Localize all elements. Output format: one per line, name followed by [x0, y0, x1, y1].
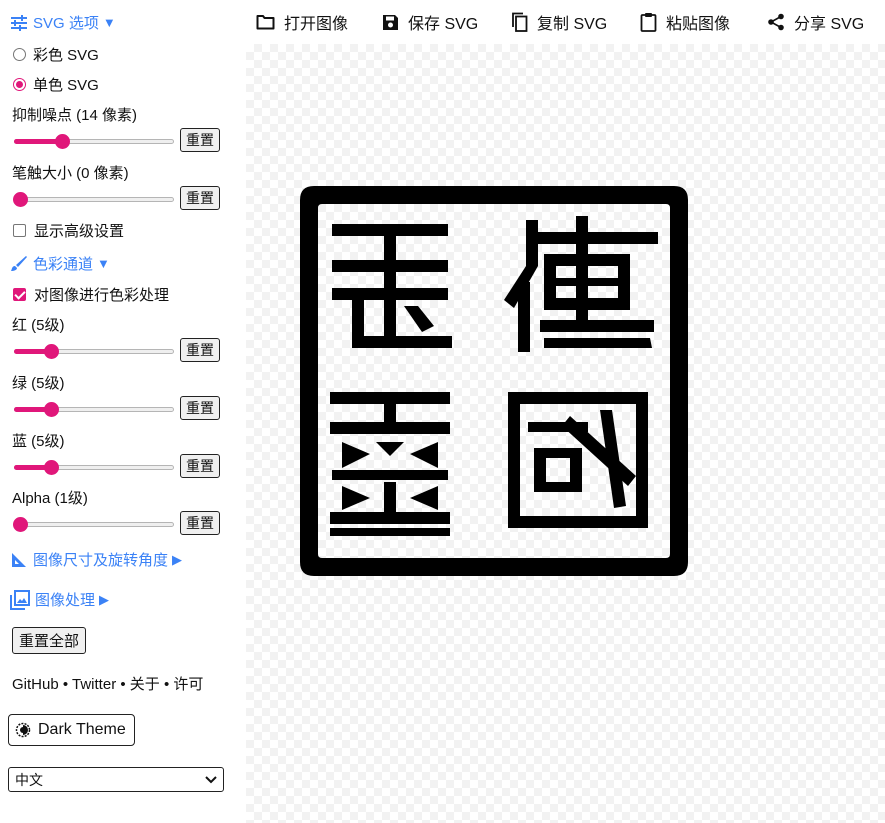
alpha-slider[interactable]	[13, 516, 174, 532]
checkbox[interactable]	[13, 224, 26, 237]
slider-thumb[interactable]	[13, 517, 28, 532]
twitter-link[interactable]: Twitter	[72, 676, 116, 693]
radio-color-svg[interactable]: 彩色 SVG	[10, 44, 99, 65]
copy-icon	[512, 12, 528, 32]
reset-all-button[interactable]: 重置全部	[12, 627, 87, 654]
paste-image-button[interactable]: 粘贴图像	[640, 10, 730, 34]
color-channels-header[interactable]: 色彩通道 ▼	[10, 253, 110, 274]
share-svg-button[interactable]: 分享 SVG	[767, 10, 864, 34]
process-colors-toggle[interactable]: 对图像进行色彩处理	[10, 284, 169, 305]
sliders-icon	[10, 14, 28, 32]
red-label: 红 (5级)	[12, 317, 65, 334]
image-processing-title: 图像处理	[35, 592, 96, 609]
slider-thumb[interactable]	[44, 402, 59, 417]
language-select[interactable]: 中文	[8, 767, 224, 792]
speckle-reset-button[interactable]: 重置	[180, 128, 220, 152]
chevron-down-icon	[205, 775, 217, 784]
image-processing-header[interactable]: 图像处理 ▶	[10, 589, 109, 610]
stroke-label: 笔触大小 (0 像素)	[12, 165, 129, 182]
copy-svg-label: 复制 SVG	[537, 16, 608, 33]
speckle-label: 抑制噪点 (14 像素)	[12, 107, 138, 124]
blue-slider[interactable]	[14, 459, 174, 475]
language-selected: 中文	[15, 771, 43, 788]
stroke-reset-button[interactable]: 重置	[180, 186, 220, 210]
radio-button-selected[interactable]	[13, 78, 26, 91]
license-link[interactable]: 许可	[173, 676, 203, 693]
stroke-slider[interactable]	[13, 191, 174, 207]
speckle-slider[interactable]	[14, 133, 174, 149]
share-svg-label: 分享 SVG	[794, 16, 865, 33]
caret-down-icon: ▼	[102, 15, 116, 30]
green-slider[interactable]	[14, 401, 174, 417]
link-separator: •	[116, 676, 130, 693]
images-icon	[10, 589, 30, 610]
paste-image-label: 粘贴图像	[666, 16, 731, 33]
alpha-reset-button[interactable]: 重置	[180, 511, 220, 535]
folder-icon	[256, 15, 275, 30]
link-separator: •	[58, 676, 73, 693]
red-reset-button[interactable]: 重置	[180, 338, 220, 362]
copy-svg-button[interactable]: 复制 SVG	[511, 10, 607, 34]
contrast-icon	[15, 722, 31, 738]
alpha-label: Alpha (1级)	[12, 490, 88, 507]
radio-button[interactable]	[13, 48, 26, 61]
green-label: 绿 (5级)	[12, 375, 65, 392]
save-svg-button[interactable]: 保存 SVG	[382, 10, 478, 34]
seal-image	[300, 186, 688, 576]
sidebar: SVG 选项 ▼ 彩色 SVG 单色 SVG 抑制噪点 (14 像素) 重置 笔…	[0, 0, 246, 823]
ruler-triangle-icon	[10, 551, 28, 569]
dark-theme-button[interactable]: Dark Theme	[8, 714, 135, 746]
radio-label: 彩色 SVG	[33, 47, 99, 64]
brush-icon	[10, 255, 28, 273]
advanced-settings-toggle[interactable]: 显示高级设置	[10, 220, 124, 241]
color-channels-title: 色彩通道	[33, 256, 94, 273]
about-link[interactable]: 关于	[130, 676, 160, 693]
floppy-disk-icon	[383, 14, 398, 30]
advanced-label: 显示高级设置	[34, 223, 125, 240]
slider-thumb[interactable]	[55, 134, 70, 149]
link-separator: •	[159, 676, 174, 693]
caret-right-icon: ▶	[99, 591, 110, 607]
size-rotation-title: 图像尺寸及旋转角度	[33, 552, 169, 569]
radio-label: 单色 SVG	[33, 77, 99, 94]
clipboard-icon	[640, 13, 657, 32]
process-colors-label: 对图像进行色彩处理	[34, 287, 170, 304]
red-slider[interactable]	[14, 343, 174, 359]
blue-reset-button[interactable]: 重置	[180, 454, 220, 478]
blue-label: 蓝 (5级)	[12, 433, 65, 450]
checkbox-checked[interactable]	[13, 288, 26, 301]
open-image-button[interactable]: 打开图像	[256, 10, 348, 34]
radio-mono-svg[interactable]: 单色 SVG	[10, 74, 99, 95]
caret-down-icon: ▼	[97, 256, 110, 271]
share-icon	[768, 13, 784, 31]
slider-thumb[interactable]	[13, 192, 28, 207]
caret-right-icon: ▶	[172, 551, 183, 567]
slider-thumb[interactable]	[44, 344, 59, 359]
dark-theme-label: Dark Theme	[38, 721, 126, 738]
save-svg-label: 保存 SVG	[408, 16, 479, 33]
svg-options-header[interactable]: SVG 选项 ▼	[10, 12, 116, 33]
green-reset-button[interactable]: 重置	[180, 396, 220, 420]
github-link[interactable]: GitHub	[12, 676, 59, 693]
svg-options-title: SVG 选项	[33, 15, 99, 32]
size-rotation-header[interactable]: 图像尺寸及旋转角度 ▶	[10, 549, 182, 570]
footer-links: GitHub • Twitter • 关于 • 许可	[12, 673, 203, 694]
top-toolbar: 打开图像 保存 SVG 复制 SVG 粘贴图像 分享 SVG	[246, 0, 885, 44]
slider-thumb[interactable]	[44, 460, 59, 475]
open-image-label: 打开图像	[284, 16, 349, 33]
image-canvas[interactable]	[246, 44, 885, 823]
